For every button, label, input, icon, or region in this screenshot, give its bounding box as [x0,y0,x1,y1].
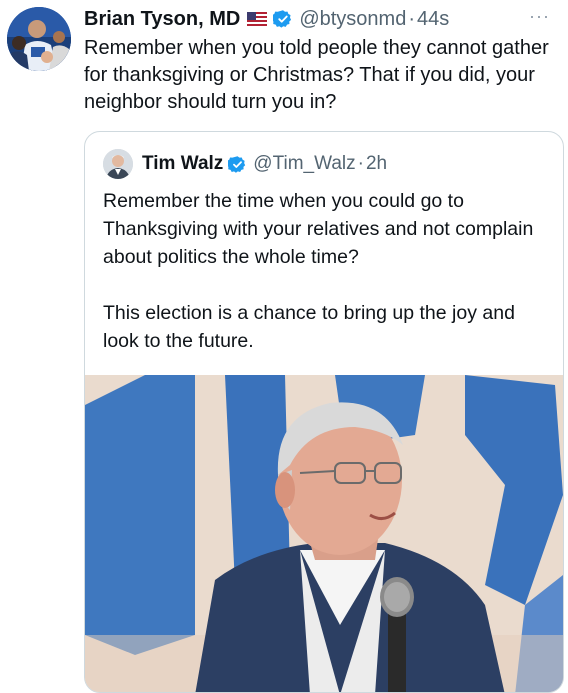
more-options-icon[interactable]: ··· [529,6,550,27]
quoted-tweet-header: Tim Walz @Tim_Walz · 2h [103,149,387,179]
author-avatar[interactable] [7,7,71,71]
verified-badge-icon [271,9,293,29]
quoted-paragraph-1: Remember the time when you could go to T… [103,190,534,268]
quoted-paragraph-2: This election is a chance to bring up th… [103,302,515,352]
quoted-tweet-photo[interactable] [85,375,563,692]
quoted-author-name[interactable]: Tim Walz [142,153,223,175]
separator-dot: · [408,7,415,30]
quoted-tweet-card[interactable]: Tim Walz @Tim_Walz · 2h Remember the tim… [84,131,564,693]
quoted-tweet-timestamp[interactable]: 2h [366,153,387,175]
author-name[interactable]: Brian Tyson, MD [84,8,240,31]
tweet-text: Remember when you told people they canno… [84,37,549,113]
us-flag-icon [247,12,268,26]
quoted-author-handle[interactable]: @Tim_Walz [253,153,355,175]
author-handle[interactable]: @btysonmd [299,8,406,31]
quoted-author-avatar[interactable] [103,149,133,179]
tweet-header: Brian Tyson, MD @btysonmd · 44s ··· [84,6,554,32]
tweet-timestamp[interactable]: 44s [417,8,449,31]
quoted-tweet-text: Remember the time when you could go to T… [103,187,548,355]
separator-dot: · [357,153,364,174]
verified-badge-icon [226,155,247,174]
